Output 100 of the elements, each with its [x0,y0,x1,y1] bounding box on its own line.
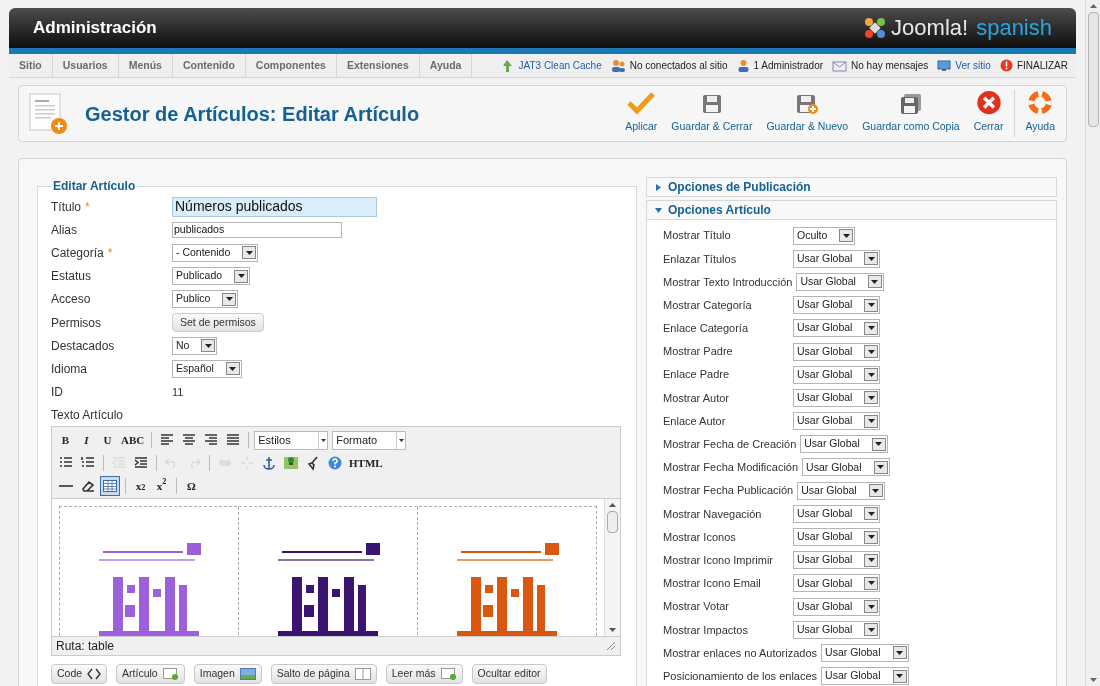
option-select[interactable]: Usar Global [793,342,881,361]
field-label: Permisos [51,314,101,332]
menu-item[interactable]: Componentes [245,54,337,77]
angle-brackets-icon [87,667,102,680]
option-select[interactable]: Usar Global [793,412,881,431]
table-icon[interactable] [100,476,120,497]
caret-icon [871,279,879,284]
option-select[interactable]: Usar Global [793,296,881,315]
scroll-up-icon[interactable] [1089,4,1097,8]
caret-icon [867,604,875,609]
option-label: Mostrar enlaces no Autorizados [663,645,819,661]
caret-icon [867,627,875,632]
menu-item[interactable]: Contenido [172,54,246,77]
status-text: FINALIZAR [1016,59,1068,73]
option-label: Posicionamiento de los enlaces [663,668,819,684]
select-field[interactable]: Publico [172,290,239,309]
status-text: No hay mensajes [851,59,929,73]
editor-button[interactable]: Salto de página [270,663,377,684]
field-label: Categoría [51,244,104,262]
caret-icon [867,349,875,354]
option-select[interactable]: Usar Global [797,481,885,500]
menu-item[interactable]: Sitio [9,54,53,77]
format-button[interactable]: x$_{2}$ [131,476,150,497]
status-link[interactable]: Ver sitio [955,58,991,73]
caret-icon [867,256,875,261]
format-button[interactable]: B [56,430,75,451]
option-select[interactable]: Usar Global [793,504,881,523]
scroll-down-icon[interactable] [609,627,616,632]
document-plus-icon [162,667,179,680]
option-select[interactable]: Usar Global [793,249,881,268]
menu-item[interactable]: Extensiones [336,54,420,77]
format-button[interactable]: Ω [182,476,201,497]
option-select[interactable]: Usar Global [800,435,888,454]
caret-icon [896,650,904,655]
toolbar-button[interactable]: Cerrar [966,90,1011,137]
option-select[interactable]: Usar Global [821,667,909,686]
option-select[interactable]: Usar Global [821,643,909,662]
editor-button[interactable]: Imagen [193,663,262,684]
format-dropdown[interactable]: Estilos [254,430,329,450]
toolbar-button[interactable]: Ayuda [1014,90,1062,137]
lifebuoy-icon [1027,90,1054,116]
toolbar-button[interactable]: Guardar & Nuevo [759,90,856,137]
option-select[interactable]: Oculto [793,226,856,245]
scroll-down-icon[interactable] [1089,678,1097,682]
caret-icon [896,674,904,679]
option-select[interactable]: Usar Global [793,551,881,570]
toolbar-button[interactable]: Guardar & Cerrar [664,90,760,137]
format-button[interactable]: x$^{2}$ [152,476,171,497]
text-field[interactable]: Números publicados [172,196,377,217]
option-select[interactable]: Usar Global [793,620,881,639]
logo-icon [863,16,888,40]
menu-item[interactable]: Usuarios [52,54,119,77]
permissions-button[interactable]: Set de permisos [172,313,264,333]
option-select[interactable]: Usar Global [793,574,881,593]
option-select[interactable]: Usar Global [793,597,881,616]
caret-icon [867,326,875,331]
caret-icon [842,233,850,238]
format-button[interactable]: U [98,430,117,451]
option-label: Mostrar Navegación [663,506,763,522]
panel-header[interactable]: Opciones de Publicación [646,177,1057,197]
scroll-thumb[interactable] [1087,12,1099,127]
menu-item[interactable]: Menús [118,54,173,77]
option-select[interactable]: Usar Global [796,272,884,291]
caret-icon [867,558,875,563]
floppy-plus-icon [795,93,820,116]
toolbar-button[interactable]: Aplicar [618,90,665,137]
caret-icon [867,535,875,540]
option-label: Mostrar Iconos [663,529,737,545]
resize-handle-icon[interactable] [606,640,616,651]
status-link[interactable]: JAT3 Clean Cache [518,58,602,73]
text-field[interactable]: publicados [172,221,342,238]
format-button[interactable]: HTML [347,453,385,474]
panel-header[interactable]: Opciones Artículo [646,200,1057,220]
envelope-icon [832,59,848,72]
option-select[interactable]: Usar Global [793,388,881,407]
select-field[interactable]: Publicado [172,267,251,286]
format-button[interactable]: I [77,430,96,451]
toolbar-button[interactable]: Guardar como Copia [855,90,967,137]
status-text: No conectados al sitio [629,59,728,73]
select-field[interactable]: - Contenido [172,243,259,262]
option-select[interactable]: Usar Global [793,528,881,547]
monitor-icon [937,59,952,72]
scroll-thumb[interactable] [607,510,618,533]
select-field[interactable]: No [172,336,218,355]
menu-item[interactable]: Ayuda [419,54,473,77]
required-mark: * [85,198,90,216]
option-select[interactable]: Usar Global [793,365,881,384]
format-dropdown[interactable]: Formato [332,430,407,450]
editor-button[interactable]: Ocultar editor [471,663,547,684]
editor-path: Ruta: table [56,637,115,655]
editor-button[interactable]: Artículo [116,663,185,684]
select-field[interactable]: Español [172,359,242,378]
option-select[interactable]: Usar Global [802,458,890,477]
caret-down-icon [655,206,662,214]
editor-button[interactable]: Leer más [385,663,463,684]
format-button[interactable]: ABC [119,430,147,451]
option-select[interactable]: Usar Global [793,319,881,338]
option-label: Mostrar Icono Imprimir [663,552,775,568]
editor-button[interactable]: Code [51,663,108,684]
scroll-up-icon[interactable] [609,502,616,507]
